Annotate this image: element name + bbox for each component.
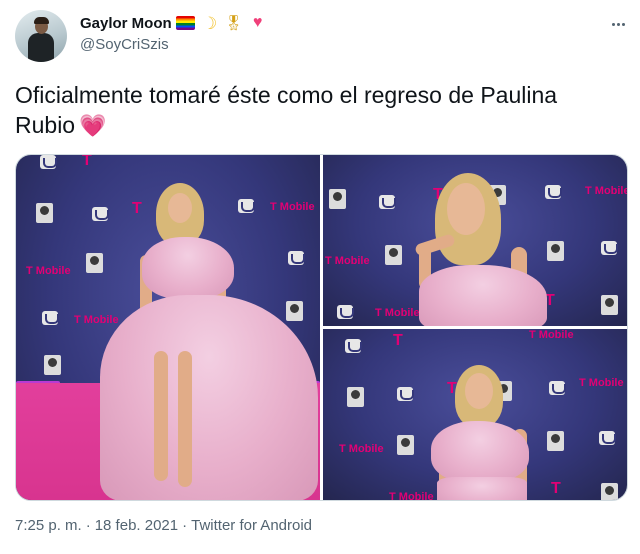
backdrop-premio-logo (385, 245, 402, 265)
backdrop-premio-logo (86, 253, 103, 273)
backdrop-univision-logo (379, 195, 396, 209)
tweet-source[interactable]: Twitter for Android (191, 517, 312, 534)
backdrop-tmobile-logo: T Mobile (579, 377, 624, 389)
avatar[interactable] (15, 10, 67, 62)
backdrop-premio-logo (397, 435, 414, 455)
backdrop-univision-logo (238, 199, 255, 213)
backdrop-tmobile-logo: T Mobile (26, 265, 71, 277)
backdrop-tmobile-logo: T Mobile (270, 201, 315, 213)
photo-2[interactable]: T Mobile T Mobile T Mobile T T (323, 155, 627, 326)
photo-1[interactable]: T T Mobile T Mobile T Mobile T T T (16, 155, 320, 500)
backdrop-tmobile-logo: T Mobile (325, 255, 370, 267)
backdrop-univision-logo (92, 207, 109, 221)
backdrop-tmobile-logo: T Mobile (389, 491, 434, 500)
backdrop-univision-logo (601, 241, 618, 255)
meta-separator: · (182, 517, 188, 534)
backdrop-univision-logo (40, 155, 57, 169)
tweet-date[interactable]: 18 feb. 2021 (95, 517, 178, 534)
backdrop-premio-logo (286, 301, 303, 321)
backdrop-univision-logo (337, 305, 354, 319)
author-handle[interactable]: @SoyCriSzis (80, 36, 169, 53)
backdrop-univision-logo (42, 311, 59, 325)
backdrop-tmobile-logo: T Mobile (74, 314, 119, 326)
media-grid: T T Mobile T Mobile T Mobile T T T (15, 154, 628, 501)
backdrop-premio-logo (36, 203, 53, 223)
more-options-icon[interactable] (606, 14, 630, 34)
backdrop-premio-logo (547, 431, 564, 451)
author-display-name[interactable]: Gaylor Moon (80, 15, 172, 32)
meta-separator: · (85, 517, 91, 534)
sparkling-heart-icon: 💗 (79, 113, 107, 138)
crescent-moon-icon: ☽ (202, 13, 218, 33)
backdrop-univision-logo (288, 251, 305, 265)
tweet-meta: 7:25 p. m. · 18 feb. 2021 · Twitter for … (15, 517, 312, 534)
photo-3[interactable]: T Mobile T Mobile T Mobile T Mobile T T … (323, 329, 627, 500)
backdrop-tmobile-logo: T Mobile (339, 443, 384, 455)
backdrop-tmobile-logo: T Mobile (375, 307, 420, 319)
author-name-row: Gaylor Moon ☽ 🎖 ♥ (80, 12, 268, 34)
backdrop-univision-logo (599, 431, 616, 445)
tweet-text: Oficialmente tomaré éste como el regreso… (15, 80, 615, 141)
backdrop-premio-logo (347, 387, 364, 407)
backdrop-tmobile-logo: T Mobile (585, 185, 627, 197)
backdrop-premio-logo (601, 295, 618, 315)
backdrop-t-logo: T (132, 200, 142, 217)
backdrop-t-logo: T (393, 332, 403, 349)
backdrop-univision-logo (397, 387, 414, 401)
backdrop-premio-logo (329, 189, 346, 209)
military-medal-icon: 🎖 (224, 14, 244, 32)
backdrop-premio-logo (601, 483, 618, 500)
backdrop-univision-logo (549, 381, 566, 395)
avatar-figure-body (28, 33, 54, 62)
backdrop-t-logo: T (82, 155, 92, 169)
red-heart-icon: ♥ (252, 14, 263, 31)
backdrop-tmobile-logo: T Mobile (529, 329, 574, 341)
backdrop-premio-logo (44, 355, 61, 375)
tweet-time[interactable]: 7:25 p. m. (15, 517, 82, 534)
backdrop-univision-logo (545, 185, 562, 199)
rainbow-flag-icon (176, 13, 196, 33)
backdrop-t-logo: T (551, 480, 561, 497)
backdrop-univision-logo (345, 339, 362, 353)
tweet-card: Gaylor Moon ☽ 🎖 ♥ @SoyCriSzis Oficialmen… (0, 0, 640, 554)
backdrop-premio-logo (547, 241, 564, 261)
avatar-figure-hair (34, 17, 49, 24)
